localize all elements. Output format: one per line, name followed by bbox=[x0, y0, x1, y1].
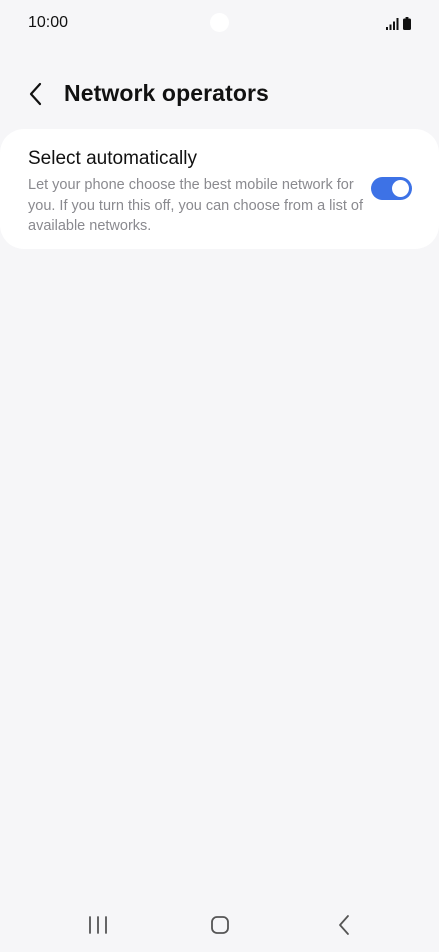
select-automatically-setting[interactable]: Select automatically Let your phone choo… bbox=[0, 129, 439, 249]
toggle-knob bbox=[392, 180, 409, 197]
header: Network operators bbox=[0, 72, 439, 116]
home-icon[interactable] bbox=[208, 914, 232, 936]
navigation-bar bbox=[0, 900, 439, 952]
status-time: 10:00 bbox=[28, 14, 69, 31]
setting-title: Select automatically bbox=[28, 148, 197, 169]
nav-back-icon[interactable] bbox=[334, 914, 354, 936]
camera-cutout bbox=[210, 13, 229, 32]
status-icons bbox=[386, 16, 411, 30]
setting-description: Let your phone choose the best mobile ne… bbox=[28, 177, 364, 234]
battery-icon bbox=[403, 17, 411, 30]
status-bar: 10:00 bbox=[0, 0, 439, 46]
page-title: Network operators bbox=[64, 80, 269, 106]
recents-icon[interactable] bbox=[86, 914, 110, 936]
signal-icon bbox=[386, 18, 399, 30]
back-arrow-icon[interactable] bbox=[24, 80, 48, 108]
select-automatically-toggle[interactable] bbox=[371, 177, 412, 200]
